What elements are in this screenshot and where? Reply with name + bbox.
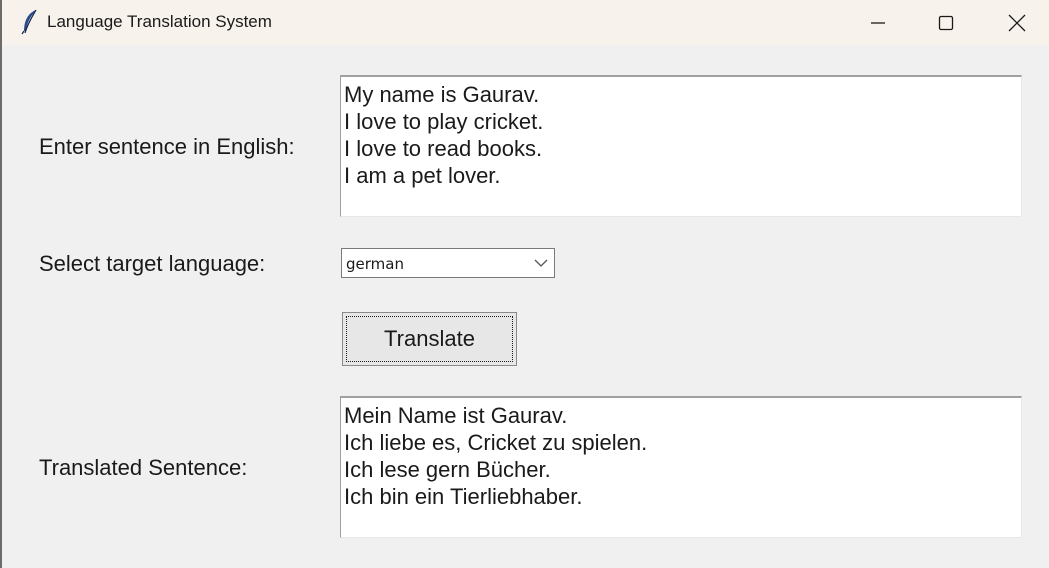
close-icon	[1008, 14, 1026, 31]
output-label: Translated Sentence:	[39, 455, 248, 480]
english-input-textarea[interactable]: My name is Gaurav. I love to play cricke…	[340, 75, 1022, 217]
maximize-icon	[938, 15, 954, 30]
target-language-select[interactable]: german	[341, 248, 555, 278]
chevron-down-icon	[534, 259, 548, 267]
app-window: Language Translation System Enter senten…	[0, 0, 1049, 568]
language-label: Select target language:	[39, 251, 266, 276]
translated-output-textarea[interactable]: Mein Name ist Gaurav. Ich liebe es, Cric…	[340, 396, 1022, 538]
translate-button-label: Translate	[384, 326, 475, 351]
translate-button[interactable]: Translate	[342, 312, 517, 366]
maximize-button[interactable]	[911, 0, 981, 45]
window-title: Language Translation System	[47, 12, 272, 31]
title-bar[interactable]: Language Translation System	[2, 0, 1049, 45]
selected-language: german	[346, 255, 404, 273]
input-label: Enter sentence in English:	[39, 134, 295, 159]
feather-icon	[21, 9, 37, 35]
minimize-button[interactable]	[843, 0, 913, 45]
minimize-icon	[871, 21, 885, 24]
close-button[interactable]	[982, 0, 1049, 45]
